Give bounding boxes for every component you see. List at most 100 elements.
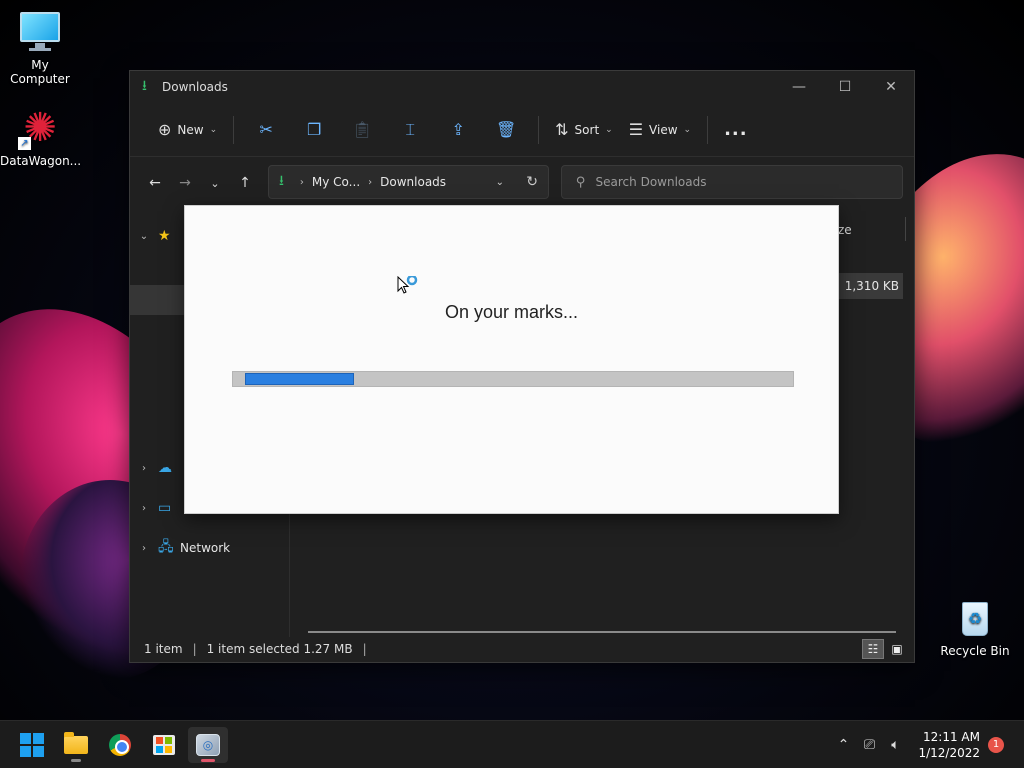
monitor-icon: ▭: [158, 500, 172, 516]
arrow-up-icon: ↑: [239, 175, 251, 191]
search-icon: ⚲: [576, 174, 586, 190]
installer-dialog: On your marks...: [184, 205, 839, 514]
more-options-button[interactable]: ...: [716, 113, 756, 147]
minimize-button[interactable]: —: [776, 71, 822, 103]
plus-circle-icon: ⊕: [158, 120, 172, 139]
toolbar-separator: [233, 115, 235, 144]
details-view-button[interactable]: ☷: [862, 639, 884, 659]
clock[interactable]: 12:11 AM 1/12/2022: [918, 729, 980, 761]
progress-fill: [245, 373, 354, 385]
taskbar-file-explorer[interactable]: [56, 727, 96, 763]
system-tray: ⌃ ⎚ 🔈︎ 12:11 AM 1/12/2022 1: [830, 721, 1024, 768]
delete-button[interactable]: 🗑︎: [482, 113, 530, 147]
back-button[interactable]: ←: [140, 168, 170, 198]
cut-button[interactable]: ✂: [242, 113, 290, 147]
network-icon: 🖧: [158, 539, 174, 555]
sidebar-item-label: Network: [180, 541, 231, 555]
sort-icon: ⇅: [555, 120, 569, 139]
taskbar-chrome[interactable]: [100, 727, 140, 763]
desktop-icon-recycle-bin[interactable]: ♻ Recycle Bin: [935, 596, 1015, 658]
cloud-icon: ☁: [158, 460, 172, 476]
horizontal-scrollbar[interactable]: [308, 631, 896, 633]
chrome-icon: [109, 734, 131, 756]
chevron-right-icon: ›: [299, 176, 304, 188]
chevron-up-icon[interactable]: ⌃: [830, 737, 856, 753]
chevron-right-icon: ›: [142, 542, 146, 554]
paste-button[interactable]: 📋︎: [338, 113, 386, 147]
desktop-icon-label: Recycle Bin: [940, 644, 1010, 658]
search-box[interactable]: ⚲: [561, 165, 903, 199]
sort-label: Sort: [574, 122, 600, 137]
chevron-down-icon: ⌄: [139, 230, 149, 242]
maximize-button[interactable]: ☐: [822, 71, 868, 103]
chevron-down-icon: ⌄: [683, 124, 692, 135]
tiles-view-button[interactable]: ▣: [886, 639, 908, 659]
taskbar-store[interactable]: [144, 727, 184, 763]
desktop-icon-datawagon[interactable]: ✺ ↗ DataWagon...: [0, 106, 82, 168]
chevron-right-icon: ›: [142, 462, 146, 474]
start-button[interactable]: [12, 727, 52, 763]
arrow-left-icon: ←: [149, 175, 161, 191]
new-label: New: [177, 122, 204, 137]
datawagon-icon: ✺ ↗: [18, 106, 62, 150]
windows-logo-icon: [20, 733, 44, 757]
taskbar: ◎ ⌃ ⎚ 🔈︎ 12:11 AM 1/12/2022 1: [0, 720, 1024, 768]
details-view-icon: ☷: [867, 642, 879, 656]
desktop-icon-label: My Computer: [10, 58, 70, 86]
title-bar[interactable]: ⭳ Downloads — ☐ ✕: [130, 71, 914, 103]
toolbar-separator: [538, 115, 540, 144]
share-button[interactable]: ⇪: [434, 113, 482, 147]
breadcrumb-my-computer[interactable]: My Co...: [312, 175, 360, 189]
status-bar: 1 item | 1 item selected 1.27 MB | ☷ ▣: [130, 636, 914, 662]
search-input[interactable]: [595, 175, 876, 189]
rename-button[interactable]: ⌶: [386, 113, 434, 147]
folder-icon: [64, 732, 88, 754]
star-icon: ★: [158, 228, 171, 244]
busy-cursor-icon: [397, 276, 418, 294]
clock-date: 1/12/2022: [918, 746, 980, 760]
status-message: On your marks...: [444, 302, 579, 322]
share-icon: ⇪: [451, 120, 465, 139]
installer-icon: ◎: [196, 734, 220, 756]
rename-icon: ⌶: [405, 119, 415, 139]
copy-icon: ❐: [306, 120, 322, 139]
sidebar-item-network[interactable]: › 🖧 Network: [130, 533, 288, 563]
column-header-size[interactable]: ze: [838, 223, 852, 237]
chevron-right-icon: ›: [142, 502, 146, 514]
recycle-bin-icon: ♻: [953, 596, 997, 640]
desktop-icon-label: DataWagon...: [0, 154, 82, 168]
shortcut-arrow-icon: ↗: [18, 137, 31, 150]
taskbar-installer[interactable]: ◎: [188, 727, 228, 763]
monitor-icon: [18, 10, 62, 54]
desktop-icon-my-computer[interactable]: My Computer: [0, 10, 80, 86]
breadcrumb-downloads[interactable]: Downloads: [380, 175, 446, 189]
file-row[interactable]: 1,310 KB: [830, 273, 903, 299]
view-button[interactable]: ☰ View ⌄: [621, 113, 699, 147]
progress-bar: [232, 371, 794, 387]
copy-button[interactable]: ❐: [290, 113, 338, 147]
column-separator[interactable]: [905, 217, 906, 241]
arrow-right-icon: →: [179, 175, 191, 191]
address-bar[interactable]: ⭳ › My Co... › Downloads ⌄ ↻: [268, 165, 549, 199]
tiles-view-icon: ▣: [891, 642, 903, 656]
notification-badge[interactable]: 1: [988, 737, 1004, 753]
up-button[interactable]: ↑: [230, 168, 260, 198]
sort-button[interactable]: ⇅ Sort ⌄: [547, 113, 621, 147]
volume-icon[interactable]: 🔈︎: [882, 737, 908, 753]
chevron-down-icon: ⌄: [605, 124, 613, 135]
download-icon: ⭳: [279, 173, 284, 189]
forward-button[interactable]: →: [170, 168, 200, 198]
scissors-icon: ✂: [259, 120, 273, 139]
recent-locations-button[interactable]: ⌄: [200, 168, 230, 198]
toolbar-separator: [707, 115, 709, 144]
network-status-icon[interactable]: ⎚: [856, 737, 882, 753]
clipboard-icon: 📋︎: [351, 120, 373, 139]
address-history-dropdown[interactable]: ⌄: [496, 177, 504, 188]
item-count: 1 item: [144, 642, 183, 656]
close-button[interactable]: ✕: [868, 71, 914, 103]
refresh-icon[interactable]: ↻: [526, 174, 538, 190]
view-label: View: [649, 122, 678, 137]
clock-time: 12:11 AM: [923, 730, 980, 744]
selection-info: 1 item selected 1.27 MB: [206, 642, 353, 656]
new-button[interactable]: ⊕ New ⌄: [150, 113, 225, 147]
